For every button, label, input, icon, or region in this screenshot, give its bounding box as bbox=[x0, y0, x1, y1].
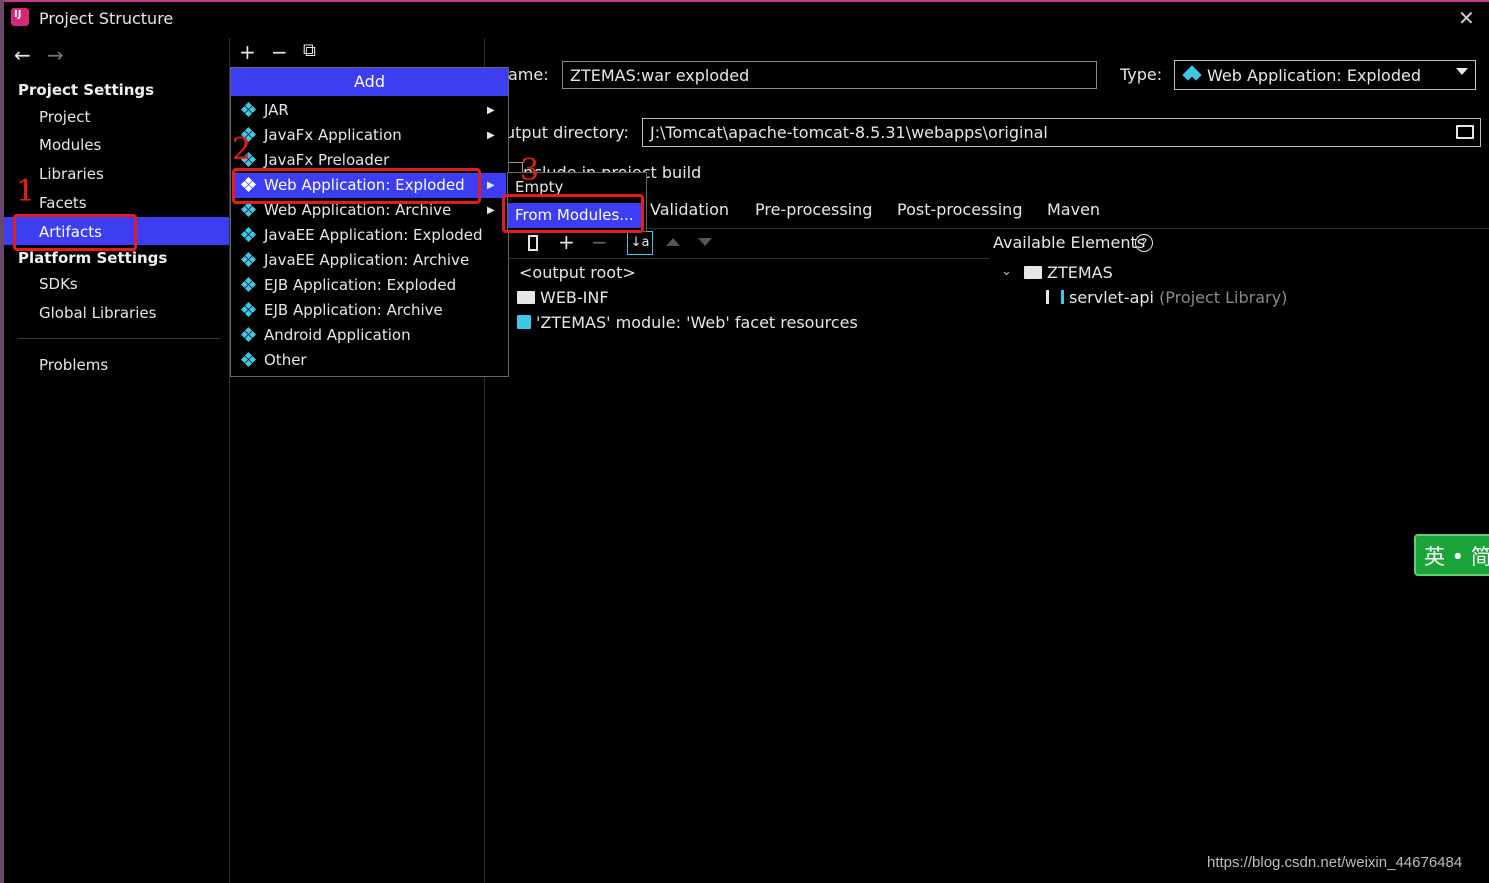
available-elements-header: Available Elements bbox=[993, 233, 1146, 252]
submenu-arrow-icon: ▶ bbox=[487, 130, 495, 141]
available-library-servlet-api[interactable]: servlet-api (Project Library) bbox=[1046, 288, 1287, 307]
library-name: servlet-api bbox=[1069, 288, 1154, 307]
annotation-number-2: 2 bbox=[232, 132, 252, 167]
annotation-number-1: 1 bbox=[16, 174, 36, 209]
web-facet-icon bbox=[517, 315, 531, 329]
back-arrow-icon[interactable]: ← bbox=[14, 43, 31, 67]
library-suffix: (Project Library) bbox=[1159, 288, 1288, 307]
menu-item-label: JAR bbox=[264, 101, 289, 119]
forward-arrow-icon[interactable]: → bbox=[47, 43, 64, 67]
copy-artifact-icon[interactable]: ⧉ bbox=[303, 40, 316, 61]
sidebar-item-libraries[interactable]: Libraries bbox=[39, 165, 104, 183]
artifact-type-icon bbox=[240, 301, 257, 318]
submenu-arrow-icon: ▶ bbox=[487, 180, 495, 191]
artifact-type-icon bbox=[240, 101, 257, 118]
window-left-border bbox=[0, 0, 4, 883]
remove-artifact-icon[interactable]: − bbox=[271, 40, 288, 64]
expand-chevron-icon[interactable]: ⌄ bbox=[1001, 264, 1012, 279]
menu-item-ejb-application-exploded[interactable]: EJB Application: Exploded bbox=[240, 273, 457, 298]
module-folder-icon bbox=[1024, 266, 1042, 279]
web-artifact-icon bbox=[1182, 65, 1202, 83]
annotation-box-1 bbox=[13, 214, 137, 251]
artifact-type-icon bbox=[240, 251, 257, 268]
menu-item-javaee-application-archive[interactable]: JavaEE Application: Archive bbox=[240, 248, 470, 273]
sidebar-item-problems[interactable]: Problems bbox=[39, 356, 108, 374]
available-module-label: ZTEMAS bbox=[1047, 263, 1113, 282]
annotation-box-2 bbox=[232, 168, 481, 204]
output-directory-label: utput directory: bbox=[505, 123, 629, 142]
window-title: Project Structure bbox=[39, 9, 174, 28]
artifact-type-icon bbox=[240, 326, 257, 343]
sidebar-item-global-libraries[interactable]: Global Libraries bbox=[39, 304, 156, 322]
artifact-type-icon bbox=[240, 226, 257, 243]
menu-item-javafx-application[interactable]: JavaFx Application bbox=[240, 123, 402, 148]
sidebar-item-modules[interactable]: Modules bbox=[39, 136, 101, 154]
tab-pre-processing[interactable]: Pre-processing bbox=[755, 200, 872, 219]
menu-item-label: JavaFx Application bbox=[264, 126, 402, 144]
annotation-number-3: 3 bbox=[520, 153, 540, 188]
output-directory-field[interactable]: J:\Tomcat\apache-tomcat-8.5.31\webapps\o… bbox=[642, 118, 1481, 147]
submenu-arrow-icon: ▶ bbox=[487, 205, 495, 216]
help-icon[interactable]: ? bbox=[1135, 234, 1153, 252]
tree-facet-resources[interactable]: 'ZTEMAS' module: 'Web' facet resources bbox=[517, 313, 858, 332]
move-down-icon[interactable] bbox=[698, 238, 712, 246]
sidebar-divider bbox=[18, 338, 220, 339]
library-icon bbox=[1046, 290, 1064, 304]
sidebar-item-project[interactable]: Project bbox=[39, 108, 90, 126]
create-directory-icon[interactable] bbox=[528, 235, 538, 251]
sort-elements-icon[interactable]: ↓a bbox=[627, 231, 653, 255]
platform-settings-header: Platform Settings bbox=[18, 249, 168, 267]
ime-language-indicator[interactable]: 英 • 简 bbox=[1414, 534, 1489, 576]
menu-item-label: EJB Application: Exploded bbox=[264, 276, 457, 294]
title-bar bbox=[4, 2, 1489, 38]
move-up-icon[interactable] bbox=[666, 238, 680, 246]
available-module-ztemas[interactable]: ZTEMAS bbox=[1024, 263, 1113, 282]
submenu-arrow-icon: ▶ bbox=[487, 105, 495, 116]
artifact-type-icon bbox=[240, 351, 257, 368]
folder-icon bbox=[517, 291, 535, 304]
name-label: ame: bbox=[508, 65, 549, 84]
artifact-type-icon bbox=[240, 201, 257, 218]
project-settings-header: Project Settings bbox=[18, 81, 155, 99]
menu-item-label: JavaEE Application: Archive bbox=[264, 251, 470, 269]
tab-maven[interactable]: Maven bbox=[1047, 200, 1100, 219]
menu-item-ejb-application-archive[interactable]: EJB Application: Archive bbox=[240, 298, 443, 323]
menu-item-android-application[interactable]: Android Application bbox=[240, 323, 411, 348]
artifact-type-icon bbox=[240, 276, 257, 293]
type-label: Type: bbox=[1120, 65, 1163, 84]
menu-item-label: JavaFx Preloader bbox=[264, 151, 390, 169]
remove-element-icon[interactable]: − bbox=[591, 230, 608, 254]
sidebar-item-facets[interactable]: Facets bbox=[39, 194, 87, 212]
tab-post-processing[interactable]: Post-processing bbox=[897, 200, 1022, 219]
tab-validation[interactable]: Validation bbox=[650, 200, 729, 219]
menu-item-jar[interactable]: JAR bbox=[240, 98, 289, 123]
type-select[interactable]: Web Application: Exploded bbox=[1174, 60, 1476, 90]
sidebar-item-sdks[interactable]: SDKs bbox=[39, 275, 78, 293]
menu-item-label: JavaEE Application: Exploded bbox=[264, 226, 483, 244]
menu-item-label: EJB Application: Archive bbox=[264, 301, 443, 319]
tree-web-inf[interactable]: WEB-INF bbox=[517, 288, 609, 307]
browse-folder-icon[interactable] bbox=[1456, 125, 1474, 139]
type-value: Web Application: Exploded bbox=[1207, 66, 1421, 85]
annotation-box-3 bbox=[502, 194, 644, 233]
layout-tree-top-line bbox=[485, 258, 990, 259]
add-copy-icon[interactable]: + bbox=[558, 230, 575, 254]
tree-output-root[interactable]: <output root> bbox=[519, 263, 636, 282]
add-menu-header: Add bbox=[231, 68, 508, 96]
menu-item-label: Other bbox=[264, 351, 307, 369]
add-menu-items: JAR ▶ JavaFx Application ▶ JavaFx Preloader W… bbox=[231, 97, 508, 375]
name-field[interactable]: ZTEMAS:war exploded bbox=[562, 61, 1097, 89]
menu-item-other[interactable]: Other bbox=[240, 348, 307, 373]
tree-web-inf-label: WEB-INF bbox=[540, 288, 609, 307]
menu-item-javaee-application-exploded[interactable]: JavaEE Application: Exploded bbox=[240, 223, 483, 248]
watermark: https://blog.csdn.net/weixin_44676484 bbox=[1207, 854, 1463, 871]
close-icon[interactable]: ✕ bbox=[1458, 6, 1475, 30]
tree-facet-resources-label: 'ZTEMAS' module: 'Web' facet resources bbox=[536, 313, 858, 332]
menu-item-label: Android Application bbox=[264, 326, 411, 344]
intellij-app-icon bbox=[11, 8, 29, 26]
chevron-down-icon[interactable] bbox=[1456, 68, 1468, 75]
add-artifact-icon[interactable]: + bbox=[239, 40, 256, 64]
